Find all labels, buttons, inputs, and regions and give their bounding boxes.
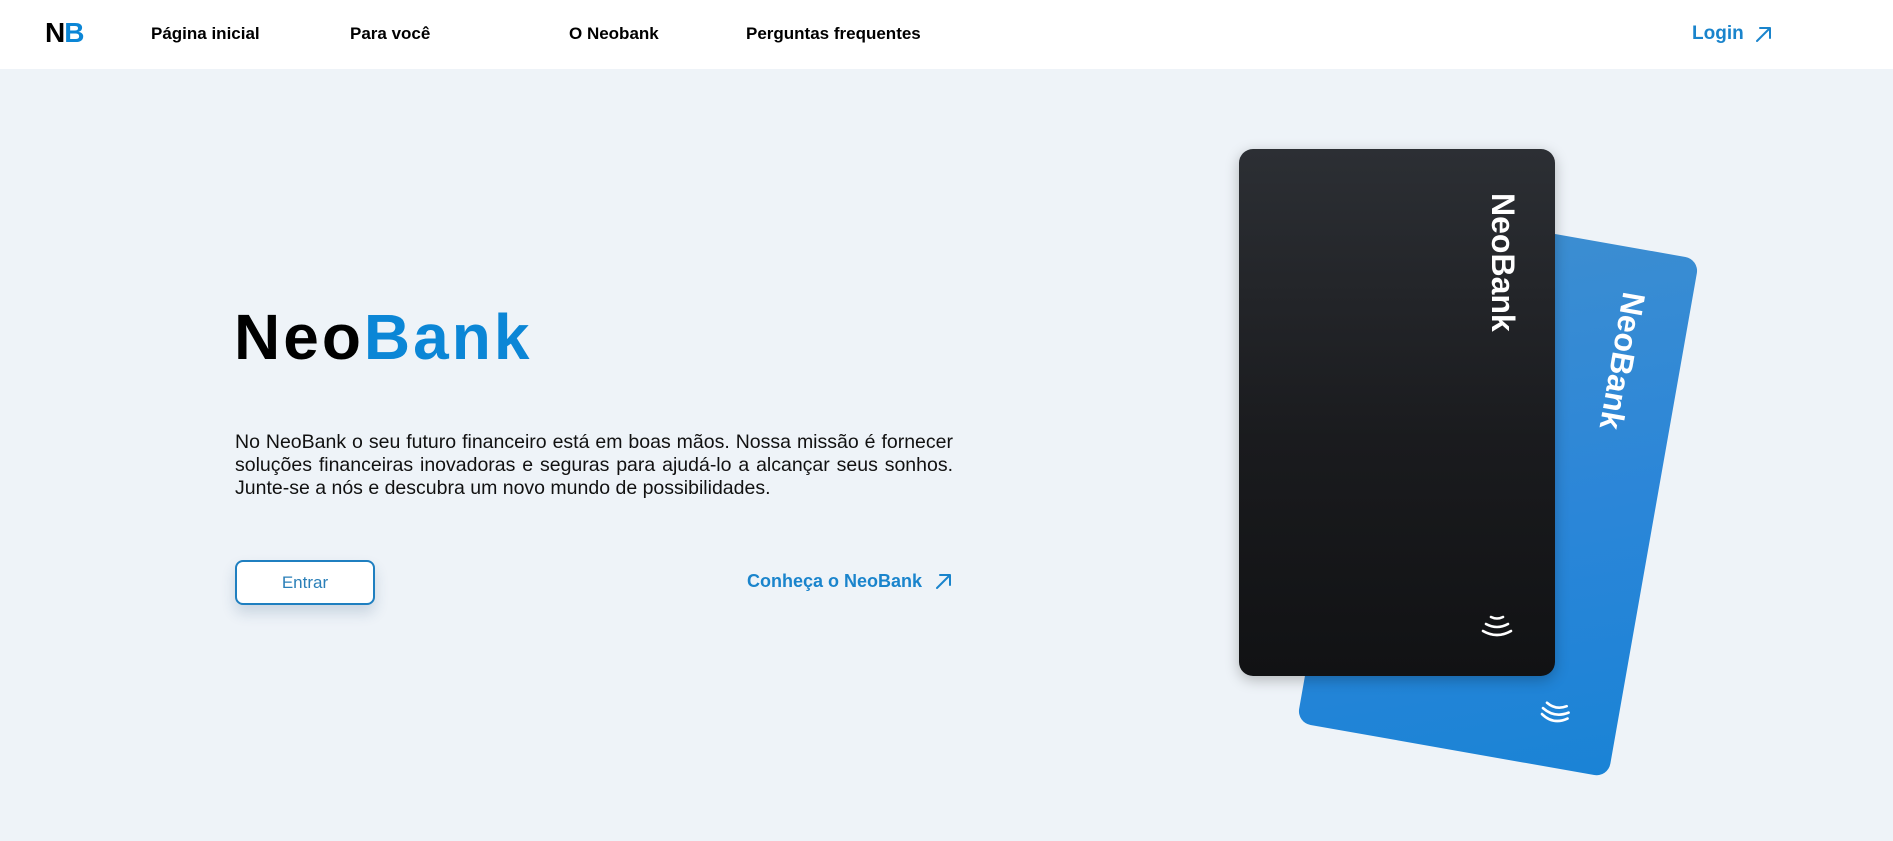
contactless-icon bbox=[1481, 615, 1513, 637]
hero-title-neo: Neo bbox=[234, 301, 364, 373]
nav-item-faq[interactable]: Perguntas frequentes bbox=[746, 24, 921, 44]
hero-title: NeoBank bbox=[234, 300, 532, 374]
nav-item-para-voce[interactable]: Para você bbox=[350, 24, 430, 44]
nav-item-home[interactable]: Página inicial bbox=[151, 24, 260, 44]
black-card-brand: NeoBank bbox=[1485, 193, 1521, 332]
enter-button[interactable]: Entrar bbox=[235, 560, 375, 605]
logo-letter-b: B bbox=[64, 17, 84, 48]
logo-letter-n: N bbox=[45, 17, 65, 48]
logo[interactable]: NB bbox=[45, 16, 84, 50]
arrow-up-right-icon bbox=[1755, 27, 1771, 42]
contactless-icon bbox=[1540, 701, 1570, 723]
bank-cards-illustration: NeoBank NeoBank bbox=[1230, 140, 1700, 780]
learn-more-label: Conheça o NeoBank bbox=[747, 571, 923, 591]
black-card: NeoBank bbox=[1239, 149, 1555, 676]
login-link[interactable]: Login bbox=[1692, 22, 1774, 46]
blue-card-brand: NeoBank bbox=[1592, 289, 1653, 433]
nav-item-o-neobank[interactable]: O Neobank bbox=[569, 24, 659, 44]
top-navigation-bar: NB Página inicial Para você O Neobank Pe… bbox=[0, 0, 1893, 69]
login-label: Login bbox=[1692, 23, 1744, 44]
hero-description: No NeoBank o seu futuro financeiro está … bbox=[235, 431, 953, 499]
arrow-up-right-icon bbox=[936, 574, 952, 589]
hero-title-bank: Bank bbox=[363, 301, 533, 373]
learn-more-link[interactable]: Conheça o NeoBank bbox=[747, 569, 954, 593]
